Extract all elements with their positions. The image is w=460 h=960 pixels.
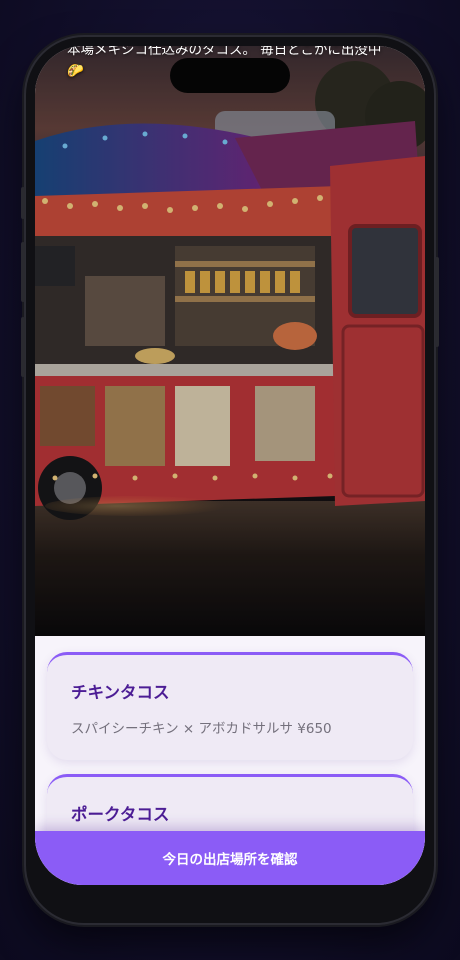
app-screen: 本場メキシコ仕込みのタコス。 毎日どこかに出没中🌮 チキンタコス スパイシーチキ… xyxy=(35,46,425,885)
phone-frame: 本場メキシコ仕込みのタコス。 毎日どこかに出没中🌮 チキンタコス スパイシーチキ… xyxy=(21,37,439,923)
menu-item-name: ポークタコス xyxy=(71,805,170,824)
volume-up-button xyxy=(21,242,25,302)
check-location-button[interactable]: 今日の出店場所を確認 xyxy=(35,831,425,885)
power-button xyxy=(435,257,439,347)
menu-item-name: チキンタコス xyxy=(71,683,170,702)
hero-section: 本場メキシコ仕込みのタコス。 毎日どこかに出没中🌮 xyxy=(35,46,425,636)
food-truck-image xyxy=(35,46,425,636)
volume-down-button xyxy=(21,317,25,377)
mute-switch xyxy=(21,187,25,219)
dynamic-island xyxy=(170,58,290,93)
menu-card-chicken-tacos[interactable]: チキンタコス スパイシーチキン × アボカドサルサ ¥650 xyxy=(47,652,413,760)
menu-item-description: スパイシーチキン × アボカドサルサ ¥650 xyxy=(71,721,332,737)
